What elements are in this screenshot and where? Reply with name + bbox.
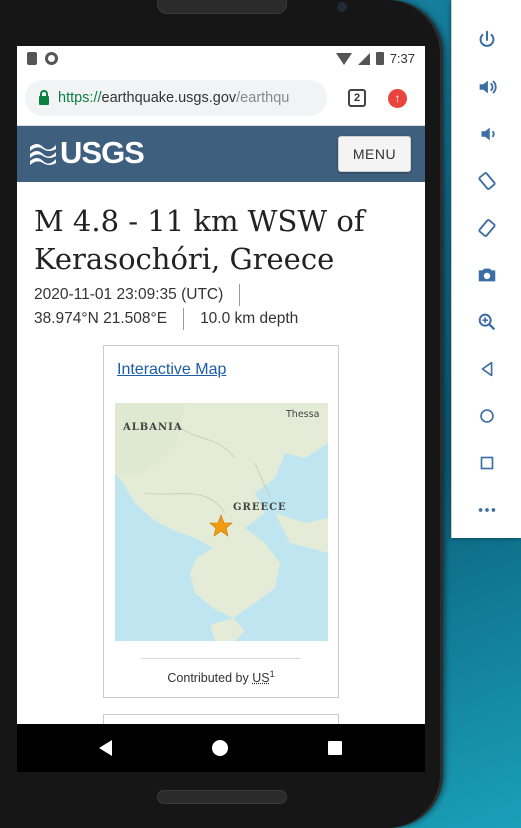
rotate-left-icon xyxy=(478,172,496,190)
map-label-greece: GREECE xyxy=(233,502,287,513)
cell-signal-icon xyxy=(357,52,370,65)
usgs-waves-icon xyxy=(30,144,56,165)
tab-switcher-button[interactable]: 2 xyxy=(348,89,366,107)
contributor-credit: Contributed by US1 xyxy=(104,669,338,685)
map-card: Interactive Map ALBANIA GREECE Thessa Co… xyxy=(103,345,339,698)
map-label-albania: ALBANIA xyxy=(122,422,183,433)
earpiece-speaker xyxy=(157,0,287,14)
divider xyxy=(183,308,185,330)
emulator-toolbar: – × xyxy=(451,0,521,538)
url-bar[interactable]: https://earthquake.usgs.gov/earthqu xyxy=(25,80,327,116)
device-frame: 7:37 https://earthquake.usgs.gov/earthqu… xyxy=(0,0,443,828)
menu-button[interactable]: MENU xyxy=(338,136,411,172)
next-card xyxy=(103,714,339,724)
lock-icon xyxy=(39,89,49,105)
usgs-logo[interactable]: USGS xyxy=(29,135,145,170)
url-host: earthquake.usgs.gov xyxy=(101,90,237,106)
sd-card-icon xyxy=(27,52,37,65)
update-arrow-icon[interactable]: ↑ xyxy=(388,89,407,108)
divider xyxy=(141,658,301,659)
nav-home-icon[interactable] xyxy=(212,740,228,756)
event-coordinates: 38.974°N 21.508°E xyxy=(34,310,168,327)
volume-down-button[interactable] xyxy=(474,121,500,147)
zoom-button[interactable] xyxy=(474,309,500,335)
contributor-link[interactable]: US xyxy=(252,671,269,685)
wifi-icon xyxy=(335,52,352,65)
more-icon xyxy=(478,508,496,512)
interactive-map-link[interactable]: Interactive Map xyxy=(117,361,226,379)
device-screen: 7:37 https://earthquake.usgs.gov/earthqu… xyxy=(17,46,425,724)
site-header: USGS MENU xyxy=(17,126,425,182)
event-depth: 10.0 km depth xyxy=(200,310,299,327)
more-button[interactable] xyxy=(474,497,500,523)
minimize-icon[interactable]: – xyxy=(470,0,476,5)
sync-icon xyxy=(45,52,58,65)
event-datetime: 2020-11-01 23:09:35 (UTC) xyxy=(34,286,224,303)
back-icon xyxy=(481,361,493,377)
screenshot-button[interactable] xyxy=(474,262,500,288)
contributed-prefix: Contributed by xyxy=(167,671,253,686)
page-title: M 4.8 - 11 km WSW of Kerasochóri, Greece xyxy=(34,204,365,276)
overview-button[interactable] xyxy=(474,450,500,476)
battery-icon xyxy=(375,52,384,65)
map-label-thessaloniki: Thessa xyxy=(285,409,319,420)
rotate-left-button[interactable] xyxy=(474,168,500,194)
volume-up-button[interactable] xyxy=(474,74,500,100)
nav-recents-icon[interactable] xyxy=(328,741,342,755)
rotate-right-button[interactable] xyxy=(474,215,500,241)
bottom-speaker xyxy=(157,790,287,804)
contributor-superscript: 1 xyxy=(269,669,275,679)
browser-toolbar: https://earthquake.usgs.gov/earthqu 2 ↑ xyxy=(17,72,425,126)
camera-icon xyxy=(478,268,496,282)
home-button[interactable] xyxy=(474,403,500,429)
back-button[interactable] xyxy=(474,356,500,382)
home-icon xyxy=(480,409,494,423)
event-meta: 2020-11-01 23:09:35 (UTC) 38.974°N 21.50… xyxy=(34,283,409,331)
power-button[interactable] xyxy=(474,27,500,53)
close-icon[interactable]: × xyxy=(498,0,504,4)
zoom-icon xyxy=(478,313,496,331)
status-bar: 7:37 xyxy=(17,46,425,72)
event-summary: M 4.8 - 11 km WSW of Kerasochóri, Greece… xyxy=(17,182,425,331)
divider xyxy=(239,284,241,306)
status-time: 7:37 xyxy=(389,51,415,66)
usgs-logo-text: USGS xyxy=(60,135,145,170)
rotate-right-icon xyxy=(478,219,496,237)
volume-down-icon xyxy=(481,127,495,141)
front-camera xyxy=(337,2,347,12)
map-thumbnail[interactable]: ALBANIA GREECE Thessa xyxy=(115,403,328,641)
android-nav-bar xyxy=(17,724,425,772)
url-path: /earthqu xyxy=(236,90,290,106)
volume-up-icon xyxy=(479,80,497,94)
nav-back-icon[interactable] xyxy=(99,740,112,756)
power-icon xyxy=(479,30,495,47)
overview-icon xyxy=(480,456,494,470)
url-scheme: https:// xyxy=(58,90,102,106)
